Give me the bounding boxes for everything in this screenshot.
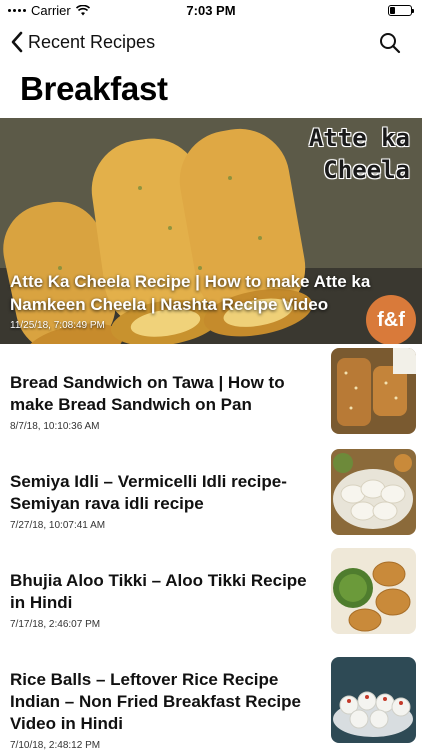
list-item-title: Semiya Idli – Vermicelli Idli recipe-Sem… <box>10 472 287 513</box>
status-bar: Carrier 7:03 PM <box>0 0 422 22</box>
list-item-title: Bhujia Aloo Tikki – Aloo Tikki Recipe in… <box>10 571 307 612</box>
featured-recipe-card[interactable]: Atte ka Cheela Atte Ka Cheela Recipe | H… <box>0 118 422 344</box>
page-title: Breakfast <box>20 70 168 107</box>
recipe-thumbnail <box>331 449 416 535</box>
hero-image-caption: Atte ka Cheela <box>308 124 410 184</box>
list-item-date: 8/7/18, 10:10:36 AM <box>10 421 100 432</box>
search-icon[interactable] <box>378 31 402 55</box>
list-item-title: Rice Balls – Leftover Rice Recipe Indian… <box>10 670 301 733</box>
chevron-left-icon <box>11 31 23 53</box>
list-item[interactable]: Bhujia Aloo Tikki – Aloo Tikki Recipe in… <box>0 548 422 669</box>
status-time: 7:03 PM <box>186 3 236 18</box>
list-item-date: 7/27/18, 10:07:41 AM <box>10 520 106 531</box>
list-item-date: 7/10/18, 2:48:12 PM <box>10 740 101 750</box>
back-button[interactable]: Recent Recipes <box>10 30 155 54</box>
list-item[interactable]: Rice Balls – Leftover Rice Recipe Indian… <box>0 657 422 750</box>
featured-recipe-date: 11/25/18, 7:08:49 PM <box>10 320 105 331</box>
battery-icon <box>388 5 414 16</box>
list-item-date: 7/17/18, 2:46:07 PM <box>10 619 101 630</box>
back-button-label: Recent Recipes <box>28 31 156 52</box>
featured-recipe-title: Atte Ka Cheela Recipe | How to make Atte… <box>10 272 371 314</box>
navigation-bar: Recent Recipes <box>0 28 422 60</box>
recipe-thumbnail <box>331 348 416 434</box>
recipe-thumbnail <box>331 548 416 634</box>
battery-fill <box>390 7 395 14</box>
list-item-title: Bread Sandwich on Tawa | How to make Bre… <box>10 373 285 414</box>
recipe-thumbnail <box>331 657 416 743</box>
channel-logo: f&f <box>366 295 416 344</box>
